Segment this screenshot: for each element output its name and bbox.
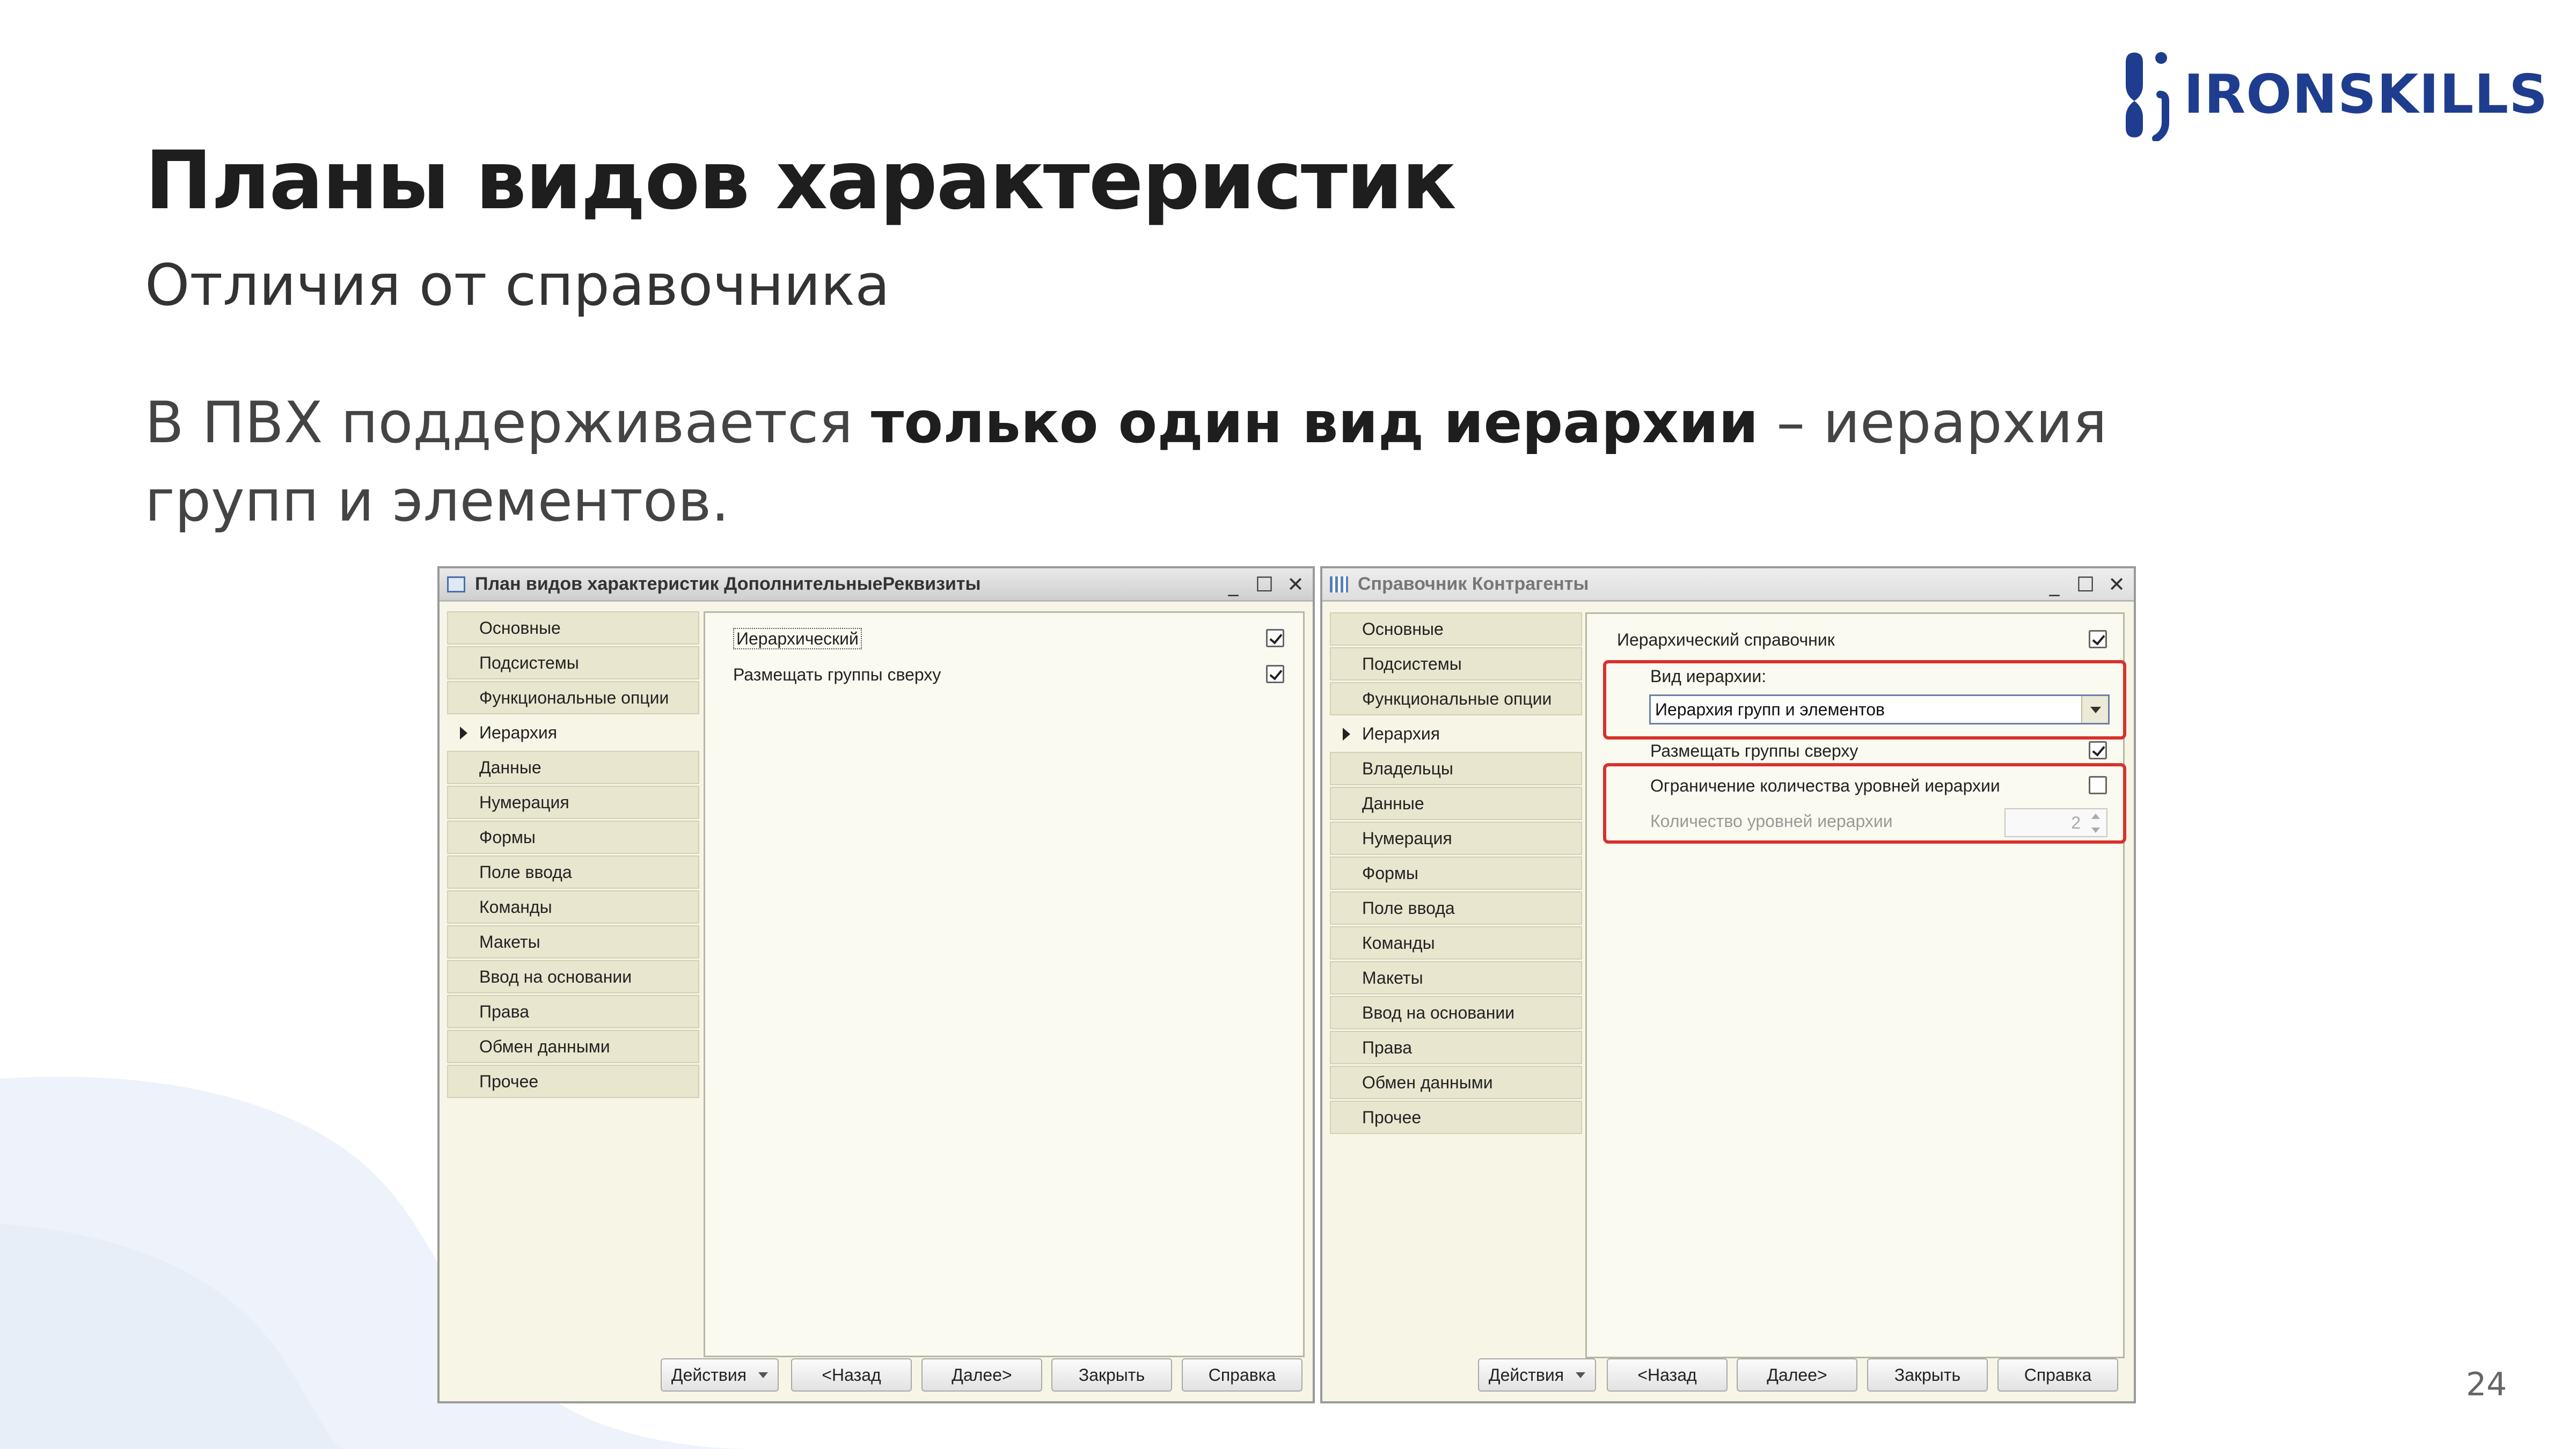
nav-item-funkcionalnye-opcii[interactable]: Функциональные опции — [447, 681, 699, 714]
chevron-down-icon — [1576, 1372, 1586, 1378]
right-content-panel: Иерархический справочник Вид иерархии: И… — [1585, 612, 2126, 1358]
left-window-pvh: План видов характеристик ДополнительныеР… — [437, 566, 1315, 1403]
maximize-icon[interactable]: ☐ — [1255, 574, 1274, 595]
body-text-part1: В ПВХ поддерживается — [145, 390, 871, 456]
nav-item-osnovnye[interactable]: Основные — [447, 611, 699, 645]
right-nav-list: Основные Подсистемы Функциональные опции… — [1330, 612, 1582, 1136]
left-window-title: План видов характеристик ДополнительныеР… — [475, 574, 981, 594]
nav-item-funkcionalnye-opcii[interactable]: Функциональные опции — [1330, 682, 1582, 715]
nav-item-numeraciya[interactable]: Нумерация — [1330, 822, 1582, 855]
hierarchy-kind-label: Вид иерархии: — [1650, 667, 1767, 686]
nav-item-pole-vvoda[interactable]: Поле ввода — [447, 855, 699, 889]
nav-item-vvod-na-osnovanii[interactable]: Ввод на основании — [1330, 996, 1582, 1029]
left-nav-list: Основные Подсистемы Функциональные опции… — [447, 611, 699, 1100]
nav-item-formy[interactable]: Формы — [447, 821, 699, 854]
actions-button[interactable]: Действия — [1478, 1358, 1596, 1392]
next-button[interactable]: Далее> — [921, 1358, 1042, 1392]
close-button[interactable]: Закрыть — [1051, 1358, 1172, 1392]
nav-item-ierarhiya[interactable]: Иерархия — [447, 716, 699, 749]
nav-item-vvod-na-osnovanii[interactable]: Ввод на основании — [447, 960, 699, 993]
chevron-down-icon[interactable] — [2081, 696, 2108, 723]
nav-item-obmen-dannymi[interactable]: Обмен данными — [447, 1030, 699, 1063]
nav-item-dannye[interactable]: Данные — [1330, 787, 1582, 820]
nav-item-obmen-dannymi[interactable]: Обмен данными — [1330, 1066, 1582, 1099]
levels-count-stepper[interactable]: 2 — [2004, 808, 2107, 837]
nav-item-makety[interactable]: Макеты — [1330, 961, 1582, 994]
ironskills-logo: IRONSKILLS — [2123, 47, 2548, 141]
close-icon[interactable]: ✕ — [1286, 574, 1305, 595]
nav-item-pole-vvoda[interactable]: Поле ввода — [1330, 891, 1582, 925]
help-button[interactable]: Справка — [1182, 1358, 1302, 1392]
nav-item-ierarhiya[interactable]: Иерархия — [1330, 717, 1582, 750]
actions-button[interactable]: Действия — [661, 1358, 779, 1392]
hierarchy-kind-value: Иерархия групп и элементов — [1655, 699, 1885, 719]
nav-item-komandy[interactable]: Команды — [1330, 926, 1582, 960]
hierarchy-kind-select[interactable]: Иерархия групп и элементов — [1649, 694, 2110, 724]
nav-item-makety[interactable]: Макеты — [447, 925, 699, 958]
window-icon — [447, 576, 465, 592]
hierarchical-catalog-label: Иерархический справочник — [1617, 630, 1835, 649]
right-window-titlebar[interactable]: Справочник Контрагенты _ ☐ ✕ — [1322, 568, 2134, 602]
logo-text: IRONSKILLS — [2184, 63, 2549, 126]
nav-item-prochee[interactable]: Прочее — [447, 1065, 699, 1098]
right-window-title: Справочник Контрагенты — [1358, 574, 1589, 594]
groups-on-top-label: Размещать группы сверху — [733, 665, 941, 684]
back-button[interactable]: <Назад — [791, 1358, 912, 1392]
left-footer-buttons: Действия <Назад Далее> Закрыть Справка — [440, 1358, 1313, 1394]
close-icon[interactable]: ✕ — [2107, 574, 2126, 595]
levels-count-label: Количество уровней иерархии — [1650, 811, 1893, 831]
nav-item-formy[interactable]: Формы — [1330, 857, 1582, 890]
groups-on-top-checkbox[interactable] — [1266, 665, 1284, 683]
groups-on-top-checkbox[interactable] — [2089, 741, 2107, 759]
nav-item-osnovnye[interactable]: Основные — [1330, 612, 1582, 646]
right-window-catalog: Справочник Контрагенты _ ☐ ✕ Основные По… — [1320, 566, 2136, 1403]
nav-item-dannye[interactable]: Данные — [447, 751, 699, 784]
close-button[interactable]: Закрыть — [1867, 1358, 1988, 1392]
hierarchical-checkbox[interactable] — [1266, 629, 1284, 647]
limit-levels-label: Ограничение количества уровней иерархии — [1650, 776, 2000, 795]
nav-item-prava[interactable]: Права — [447, 995, 699, 1028]
nav-item-komandy[interactable]: Команды — [447, 890, 699, 924]
limit-levels-checkbox[interactable] — [2089, 776, 2107, 794]
left-content-panel: Иерархический Размещать группы сверху — [704, 611, 1305, 1357]
ironskills-logo-icon — [2126, 52, 2169, 141]
next-button[interactable]: Далее> — [1737, 1358, 1857, 1392]
maximize-icon[interactable]: ☐ — [2076, 574, 2095, 595]
stepper-arrows-icon[interactable] — [2086, 811, 2104, 835]
nav-item-podsistemy[interactable]: Подсистемы — [1330, 647, 1582, 680]
hierarchical-label: Иерархический — [733, 628, 862, 649]
help-button[interactable]: Справка — [1997, 1358, 2118, 1392]
page-number: 24 — [2466, 1366, 2507, 1403]
body-text-bold: только один вид иерархии — [870, 390, 1759, 456]
chevron-down-icon — [758, 1372, 769, 1378]
levels-count-value: 2 — [2071, 813, 2081, 832]
hierarchical-catalog-checkbox[interactable] — [2089, 630, 2107, 648]
nav-item-prava[interactable]: Права — [1330, 1031, 1582, 1064]
nav-item-vladelcy[interactable]: Владельцы — [1330, 752, 1582, 785]
slide-subtitle: Отличия от справочника — [145, 252, 890, 318]
minimize-icon[interactable]: _ — [2045, 574, 2064, 595]
left-window-titlebar[interactable]: План видов характеристик ДополнительныеР… — [440, 568, 1313, 602]
minimize-icon[interactable]: _ — [1224, 574, 1243, 595]
back-button[interactable]: <Назад — [1607, 1358, 1728, 1392]
right-footer-buttons: Действия <Назад Далее> Закрыть Справка — [1322, 1358, 2134, 1394]
nav-item-prochee[interactable]: Прочее — [1330, 1101, 1582, 1134]
nav-item-numeraciya[interactable]: Нумерация — [447, 786, 699, 819]
slide-body-text: В ПВХ поддерживается только один вид иер… — [145, 384, 2238, 540]
groups-on-top-label: Размещать группы сверху — [1650, 741, 1858, 760]
nav-item-podsistemy[interactable]: Подсистемы — [447, 646, 699, 679]
slide-title: Планы видов характеристик — [145, 134, 1457, 228]
catalog-icon — [1330, 576, 1348, 592]
